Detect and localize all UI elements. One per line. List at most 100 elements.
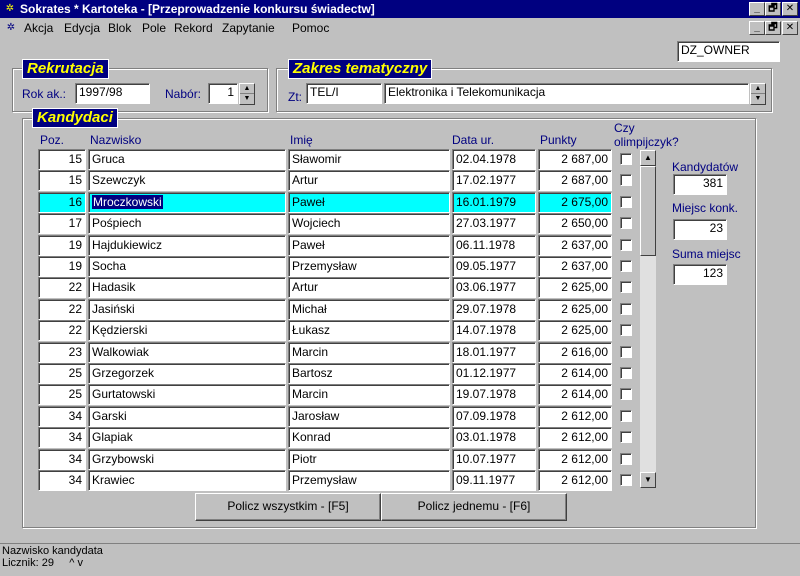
- cell-nazwisko[interactable]: Glapiak: [88, 427, 286, 449]
- olimpijczyk-checkbox[interactable]: [620, 367, 632, 379]
- cell-data-ur[interactable]: 03.06.1977: [452, 277, 536, 299]
- cell-imie[interactable]: Przemysław: [288, 470, 450, 491]
- cell-imie[interactable]: Marcin: [288, 341, 450, 363]
- cell-poz[interactable]: 15: [38, 170, 86, 192]
- cell-punkty[interactable]: 2 650,00: [538, 213, 612, 235]
- cell-punkty[interactable]: 2 614,00: [538, 363, 612, 384]
- table-row[interactable]: 34 Krawiec Przemysław 09.11.1977 2 612,00: [38, 470, 634, 491]
- olimpijczyk-checkbox[interactable]: [620, 474, 632, 486]
- cell-nazwisko[interactable]: Hadasik: [88, 277, 286, 299]
- olimpijczyk-checkbox[interactable]: [620, 388, 632, 401]
- menu-blok[interactable]: Blok: [108, 21, 131, 35]
- olimpijczyk-checkbox[interactable]: [620, 217, 632, 230]
- cell-poz[interactable]: 34: [38, 470, 86, 491]
- cell-data-ur[interactable]: 17.02.1977: [452, 170, 536, 192]
- cell-poz[interactable]: 23: [38, 341, 86, 363]
- cell-punkty[interactable]: 2 612,00: [538, 470, 612, 491]
- cell-poz[interactable]: 19: [38, 256, 86, 277]
- table-row[interactable]: 25 Grzegorzek Bartosz 01.12.1977 2 614,00: [38, 363, 634, 384]
- menu-pole[interactable]: Pole: [142, 21, 166, 35]
- cell-imie[interactable]: Paweł: [288, 191, 450, 213]
- cell-imie[interactable]: Piotr: [288, 448, 450, 470]
- zt-code-input[interactable]: TEL/I: [306, 83, 382, 104]
- cell-imie[interactable]: Michał: [288, 298, 450, 320]
- cell-poz[interactable]: 34: [38, 448, 86, 470]
- cell-imie[interactable]: Wojciech: [288, 213, 450, 235]
- cell-imie[interactable]: Konrad: [288, 427, 450, 449]
- cell-data-ur[interactable]: 18.01.1977: [452, 341, 536, 363]
- cell-nazwisko[interactable]: Krawiec: [88, 470, 286, 491]
- cell-data-ur[interactable]: 29.07.1978: [452, 298, 536, 320]
- table-row[interactable]: 22 Hadasik Artur 03.06.1977 2 625,00: [38, 277, 634, 299]
- cell-nazwisko[interactable]: Hajdukiewicz: [88, 234, 286, 256]
- table-row[interactable]: 34 Grzybowski Piotr 10.07.1977 2 612,00: [38, 448, 634, 470]
- cell-nazwisko[interactable]: Pośpiech: [88, 213, 286, 235]
- cell-punkty[interactable]: 2 637,00: [538, 256, 612, 277]
- menu-zapytanie[interactable]: Zapytanie: [222, 21, 275, 35]
- spinner-up-icon[interactable]: ▲: [240, 84, 254, 94]
- table-row[interactable]: 23 Walkowiak Marcin 18.01.1977 2 616,00: [38, 341, 634, 363]
- spinner-down-icon[interactable]: ▼: [240, 94, 254, 104]
- cell-nazwisko[interactable]: Walkowiak: [88, 341, 286, 363]
- table-row[interactable]: 17 Pośpiech Wojciech 27.03.1977 2 650,00: [38, 213, 634, 235]
- spinner-up-icon[interactable]: ▲: [751, 84, 765, 94]
- cell-punkty[interactable]: 2 687,00: [538, 149, 612, 170]
- cell-poz[interactable]: 19: [38, 234, 86, 256]
- restore-button[interactable]: 🗗: [765, 2, 781, 16]
- olimpijczyk-checkbox[interactable]: [620, 174, 632, 187]
- close-button[interactable]: ✕: [782, 2, 798, 16]
- cell-poz[interactable]: 34: [38, 427, 86, 449]
- document-icon[interactable]: ✲: [3, 20, 19, 36]
- cell-punkty[interactable]: 2 616,00: [538, 341, 612, 363]
- cell-imie[interactable]: Sławomir: [288, 149, 450, 170]
- cell-data-ur[interactable]: 03.01.1978: [452, 427, 536, 449]
- cell-data-ur[interactable]: 16.01.1979: [452, 191, 536, 213]
- cell-data-ur[interactable]: 02.04.1978: [452, 149, 536, 170]
- cell-nazwisko[interactable]: Grzybowski: [88, 448, 286, 470]
- cell-data-ur[interactable]: 19.07.1978: [452, 384, 536, 406]
- cell-poz[interactable]: 22: [38, 298, 86, 320]
- table-row[interactable]: 22 Kędzierski Łukasz 14.07.1978 2 625,00: [38, 320, 634, 342]
- cell-imie[interactable]: Paweł: [288, 234, 450, 256]
- cell-poz[interactable]: 16: [38, 191, 86, 213]
- table-scrollbar[interactable]: ▲ ▼: [640, 150, 656, 488]
- minimize-button[interactable]: _: [749, 2, 765, 16]
- table-row[interactable]: 15 Gruca Sławomir 02.04.1978 2 687,00: [38, 149, 634, 170]
- olimpijczyk-checkbox[interactable]: [620, 281, 632, 294]
- zt-spinner[interactable]: ▲ ▼: [750, 83, 766, 105]
- cell-nazwisko[interactable]: Grzegorzek: [88, 363, 286, 384]
- cell-imie[interactable]: Przemysław: [288, 256, 450, 277]
- policz-wszystkim-button[interactable]: Policz wszystkim - [F5]: [195, 493, 381, 521]
- scroll-thumb[interactable]: [640, 166, 656, 256]
- nabor-spinner[interactable]: ▲ ▼: [239, 83, 255, 105]
- doc-restore-button[interactable]: 🗗: [765, 21, 781, 35]
- cell-data-ur[interactable]: 07.09.1978: [452, 405, 536, 427]
- cell-nazwisko[interactable]: Gruca: [88, 149, 286, 170]
- nabor-input[interactable]: 1: [208, 83, 238, 104]
- table-row[interactable]: 34 Glapiak Konrad 03.01.1978 2 612,00: [38, 427, 634, 449]
- cell-poz[interactable]: 25: [38, 384, 86, 406]
- rok-input[interactable]: 1997/98: [75, 83, 150, 104]
- olimpijczyk-checkbox[interactable]: [620, 260, 632, 272]
- cell-punkty[interactable]: 2 625,00: [538, 320, 612, 342]
- menu-pomoc[interactable]: Pomoc: [292, 21, 329, 35]
- olimpijczyk-checkbox[interactable]: [620, 302, 632, 315]
- cell-data-ur[interactable]: 09.05.1977: [452, 256, 536, 277]
- cell-data-ur[interactable]: 27.03.1977: [452, 213, 536, 235]
- cell-imie[interactable]: Marcin: [288, 384, 450, 406]
- spinner-down-icon[interactable]: ▼: [751, 94, 765, 104]
- menu-rekord[interactable]: Rekord: [174, 21, 213, 35]
- cell-punkty[interactable]: 2 612,00: [538, 427, 612, 449]
- cell-poz[interactable]: 22: [38, 320, 86, 342]
- cell-punkty[interactable]: 2 675,00: [538, 191, 612, 213]
- cell-imie[interactable]: Artur: [288, 170, 450, 192]
- doc-minimize-button[interactable]: _: [749, 21, 765, 35]
- cell-data-ur[interactable]: 06.11.1978: [452, 234, 536, 256]
- policz-jednemu-button[interactable]: Policz jednemu - [F6]: [381, 493, 567, 521]
- cell-punkty[interactable]: 2 614,00: [538, 384, 612, 406]
- cell-poz[interactable]: 25: [38, 363, 86, 384]
- table-row[interactable]: 25 Gurtatowski Marcin 19.07.1978 2 614,00: [38, 384, 634, 406]
- cell-imie[interactable]: Artur: [288, 277, 450, 299]
- table-row[interactable]: 34 Garski Jarosław 07.09.1978 2 612,00: [38, 405, 634, 427]
- cell-poz[interactable]: 22: [38, 277, 86, 299]
